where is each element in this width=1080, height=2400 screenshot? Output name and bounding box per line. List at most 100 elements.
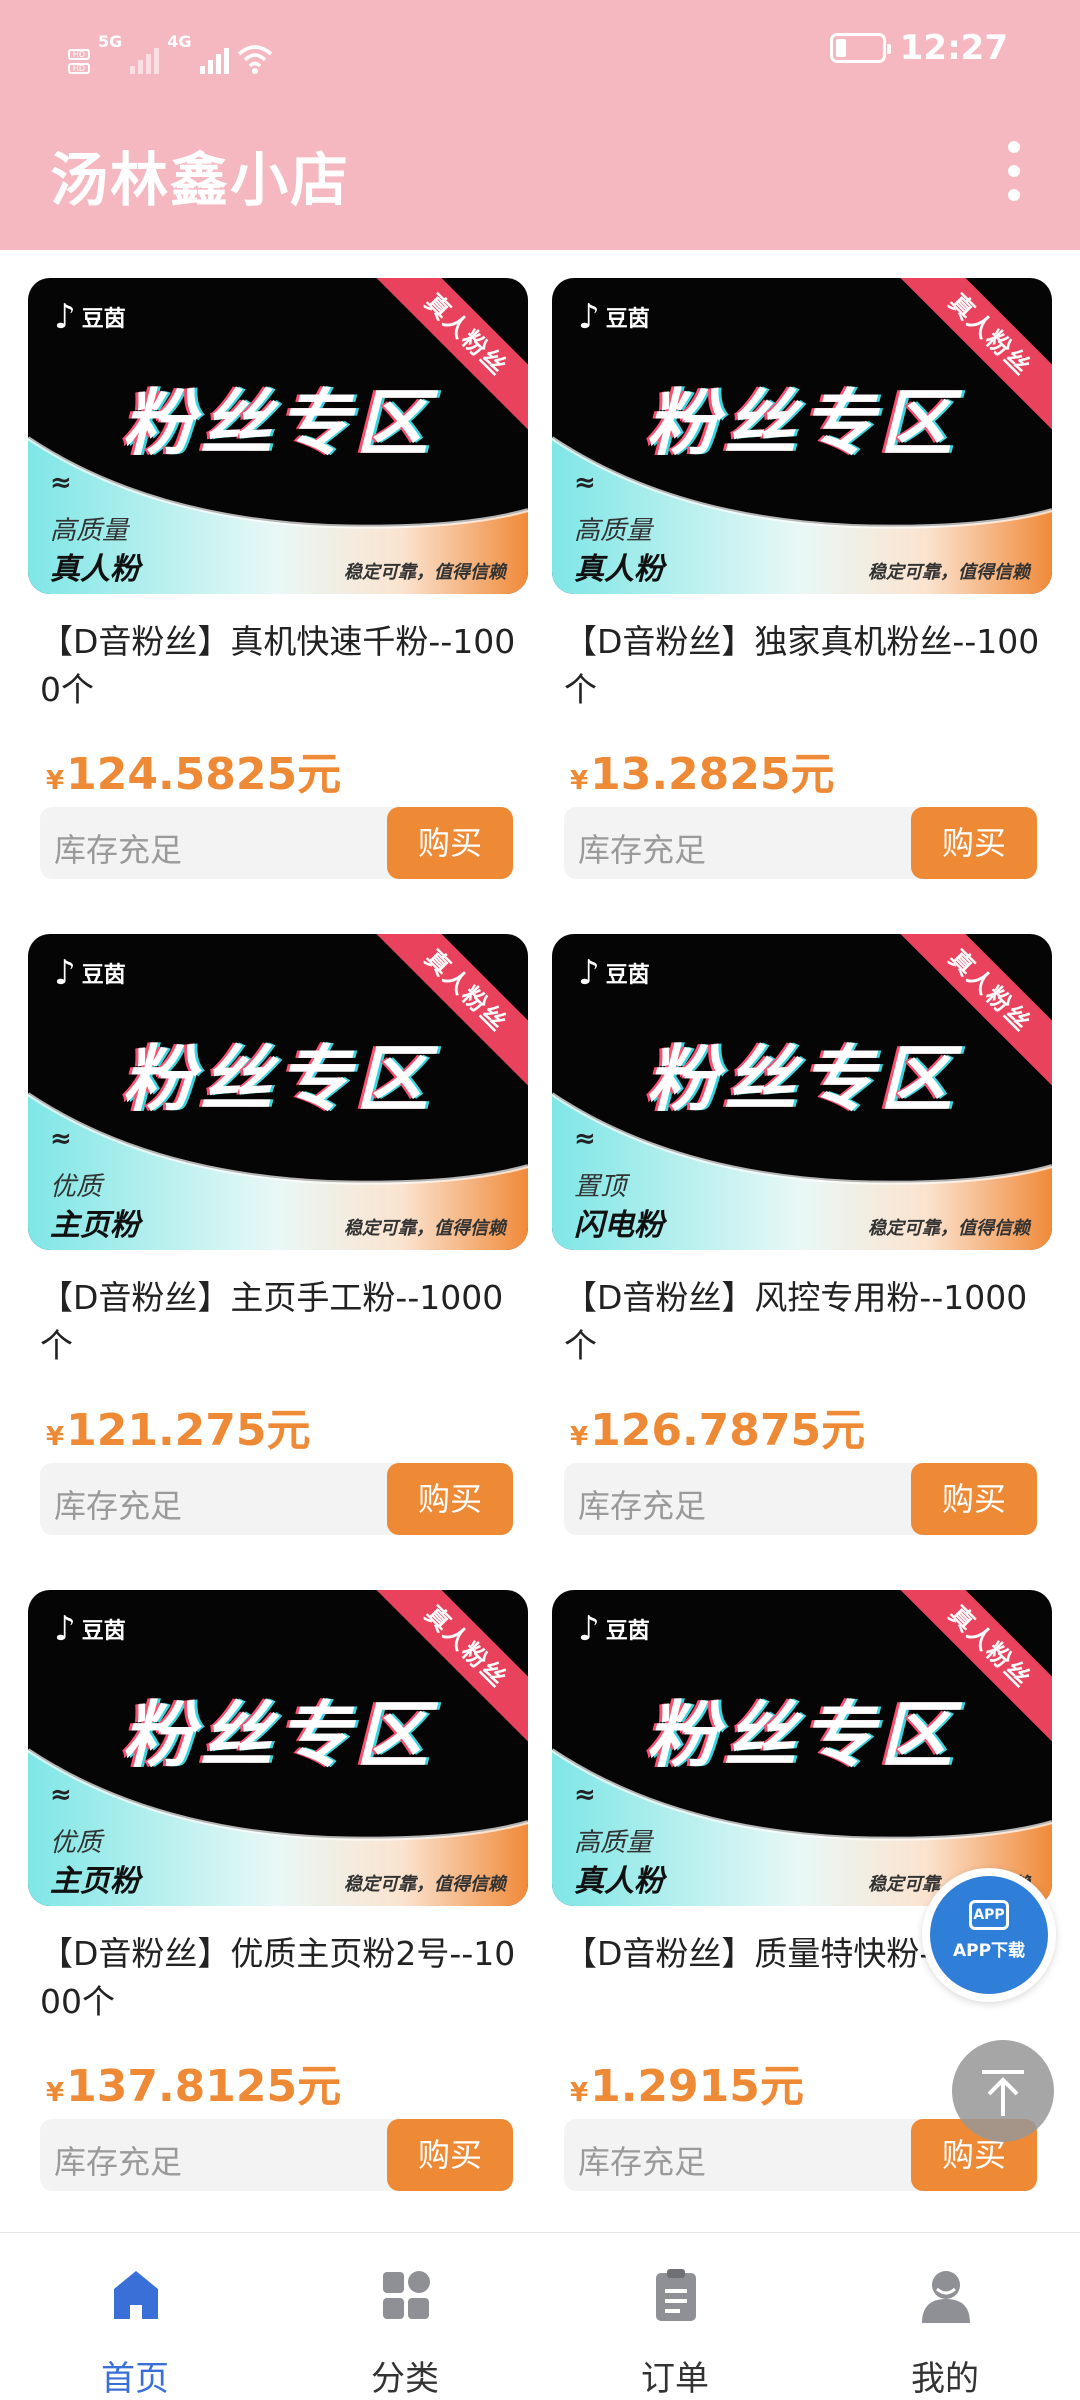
music-note-icon: ♪	[578, 953, 600, 993]
banner-tag-small: 优质	[50, 1828, 103, 1858]
banner-tag-small: 优质	[50, 1172, 103, 1202]
nav-home[interactable]: 首页	[0, 2233, 270, 2400]
banner-title: 粉丝专区	[121, 381, 434, 465]
brand-logo: ♪ 豆茵	[578, 956, 650, 990]
arrow-up-icon	[982, 2070, 1024, 2116]
wave-icon: ≈	[50, 1780, 72, 1810]
currency-symbol: ¥	[46, 766, 65, 796]
title-bar: 汤林鑫小店	[0, 105, 1080, 250]
music-note-icon: ♪	[578, 1609, 600, 1649]
price-value: 13.2825元	[590, 749, 835, 800]
buy-button[interactable]: 购买	[911, 1463, 1037, 1535]
product-banner[interactable]: ♪ 豆茵 粉丝专区 真人粉丝 ≈ 高质量 真人粉 稳定可靠，值得信赖	[552, 1590, 1052, 1906]
music-note-icon: ♪	[54, 953, 76, 993]
home-icon	[114, 2271, 158, 2319]
nav-home-label: 首页	[101, 2359, 169, 2399]
status-time: 12:27	[899, 28, 1008, 68]
wave-icon: ≈	[50, 468, 72, 498]
music-note-icon: ♪	[54, 297, 76, 337]
brand-name: 豆茵	[81, 963, 126, 988]
stock-status: 库存充足	[54, 831, 183, 869]
signal-icon-2	[199, 44, 229, 74]
music-note-icon: ♪	[578, 297, 600, 337]
banner-title: 粉丝专区	[645, 381, 958, 465]
product-name[interactable]: 【D音粉丝】真机快速千粉--1000个	[40, 618, 520, 718]
brand-logo: ♪ 豆茵	[578, 1612, 650, 1646]
battery-icon	[829, 33, 891, 63]
banner-tag-big: 真人粉	[50, 552, 140, 587]
stock-status: 库存充足	[54, 2143, 183, 2181]
signal-icon	[130, 44, 160, 74]
nav-mine[interactable]: 我的	[810, 2233, 1080, 2400]
brand-name: 豆茵	[605, 1619, 650, 1644]
product-banner[interactable]: ♪ 豆茵 粉丝专区 真人粉丝 ≈ 优质 主页粉 稳定可靠，值得信赖	[28, 1590, 528, 1906]
product-banner[interactable]: ♪ 豆茵 粉丝专区 真人粉丝 ≈ 高质量 真人粉 稳定可靠，值得信赖	[28, 278, 528, 594]
banner-tag-small: 高质量	[50, 516, 129, 546]
currency-symbol: ¥	[570, 1422, 589, 1452]
banner-slogan: 稳定可靠，值得信赖	[868, 562, 1030, 583]
banner-title: 粉丝专区	[645, 1693, 958, 1777]
product-card[interactable]: ♪ 豆茵 粉丝专区 真人粉丝 ≈ 高质量 真人粉 稳定可靠，值得信赖 【D音粉丝…	[28, 250, 528, 890]
network-label: 5G	[98, 32, 123, 51]
product-name[interactable]: 【D音粉丝】优质主页粉2号--1000个	[40, 1930, 520, 2030]
wave-icon: ≈	[574, 1124, 596, 1154]
stock-bar: 库存充足 购买	[40, 2119, 513, 2191]
music-note-icon: ♪	[54, 1609, 76, 1649]
nav-category-label: 分类	[371, 2359, 439, 2399]
product-price: ¥ 1.2915元	[570, 2050, 804, 2114]
product-price: ¥ 126.7875元	[570, 1394, 865, 1458]
stock-bar: 库存充足 购买	[564, 807, 1037, 879]
app-icon: APP	[969, 1900, 1009, 1930]
banner-tag-big: 真人粉	[574, 1864, 664, 1899]
brand-name: 豆茵	[81, 1619, 126, 1644]
banner-slogan: 稳定可靠，值得信赖	[344, 562, 506, 583]
product-card[interactable]: ♪ 豆茵 粉丝专区 真人粉丝 ≈ 优质 主页粉 稳定可靠，值得信赖 【D音粉丝】…	[28, 906, 528, 1546]
product-price: ¥ 137.8125元	[46, 2050, 341, 2114]
stock-status: 库存充足	[578, 2143, 707, 2181]
product-card[interactable]: ♪ 豆茵 粉丝专区 真人粉丝 ≈ 置顶 闪电粉 稳定可靠，值得信赖 【D音粉丝】…	[552, 906, 1052, 1546]
brand-logo: ♪ 豆茵	[54, 300, 126, 334]
app-root: HD HD 5G 4G 12:27 汤林鑫小店 ♪ 豆茵 粉丝专区 真人粉丝 ≈…	[0, 0, 1080, 2400]
back-to-top-button[interactable]	[952, 2040, 1054, 2142]
product-banner[interactable]: ♪ 豆茵 粉丝专区 真人粉丝 ≈ 优质 主页粉 稳定可靠，值得信赖	[28, 934, 528, 1250]
product-name[interactable]: 【D音粉丝】主页手工粉--1000个	[40, 1274, 520, 1374]
banner-title: 粉丝专区	[645, 1037, 958, 1121]
product-name[interactable]: 【D音粉丝】独家真机粉丝--100个	[564, 618, 1044, 718]
product-name[interactable]: 【D音粉丝】风控专用粉--1000个	[564, 1274, 1044, 1374]
buy-button[interactable]: 购买	[911, 807, 1037, 879]
more-options-icon[interactable]	[996, 141, 1032, 201]
status-bar: HD HD 5G 4G 12:27	[0, 0, 1080, 105]
buy-button[interactable]: 购买	[387, 1463, 513, 1535]
banner-tag-small: 置顶	[574, 1172, 627, 1202]
user-icon	[922, 2271, 970, 2323]
brand-logo: ♪ 豆茵	[54, 1612, 126, 1646]
wave-icon: ≈	[574, 1780, 596, 1810]
page-title: 汤林鑫小店	[50, 146, 351, 214]
nav-category[interactable]: 分类	[270, 2233, 540, 2400]
banner-title: 粉丝专区	[121, 1693, 434, 1777]
network-label-2: 4G	[167, 32, 192, 51]
banner-slogan: 稳定可靠，值得信赖	[868, 1218, 1030, 1239]
wave-icon: ≈	[574, 468, 596, 498]
banner-tag-small: 高质量	[574, 516, 653, 546]
product-card[interactable]: ♪ 豆茵 粉丝专区 真人粉丝 ≈ 优质 主页粉 稳定可靠，值得信赖 【D音粉丝】…	[28, 1562, 528, 2202]
product-card[interactable]: ♪ 豆茵 粉丝专区 真人粉丝 ≈ 高质量 真人粉 稳定可靠，值得信赖 【D音粉丝…	[552, 250, 1052, 890]
product-banner[interactable]: ♪ 豆茵 粉丝专区 真人粉丝 ≈ 置顶 闪电粉 稳定可靠，值得信赖	[552, 934, 1052, 1250]
wifi-icon	[237, 45, 272, 74]
currency-symbol: ¥	[570, 766, 589, 796]
buy-button[interactable]: 购买	[387, 2119, 513, 2191]
banner-tag-big: 闪电粉	[574, 1208, 664, 1243]
price-value: 121.275元	[66, 1405, 311, 1456]
brand-name: 豆茵	[605, 963, 650, 988]
bottom-nav: 首页 分类 订单 我的	[0, 2232, 1080, 2400]
hd-icon: HD HD	[68, 49, 90, 74]
buy-button[interactable]: 购买	[387, 807, 513, 879]
price-value: 124.5825元	[66, 749, 342, 800]
app-download-button[interactable]: APP APP下载	[922, 1868, 1056, 2002]
nav-orders[interactable]: 订单	[540, 2233, 810, 2400]
product-grid: ♪ 豆茵 粉丝专区 真人粉丝 ≈ 高质量 真人粉 稳定可靠，值得信赖 【D音粉丝…	[0, 250, 1080, 2230]
product-banner[interactable]: ♪ 豆茵 粉丝专区 真人粉丝 ≈ 高质量 真人粉 稳定可靠，值得信赖	[552, 278, 1052, 594]
nav-orders-label: 订单	[641, 2359, 709, 2399]
status-right: 12:27	[829, 28, 1008, 68]
stock-status: 库存充足	[578, 831, 707, 869]
